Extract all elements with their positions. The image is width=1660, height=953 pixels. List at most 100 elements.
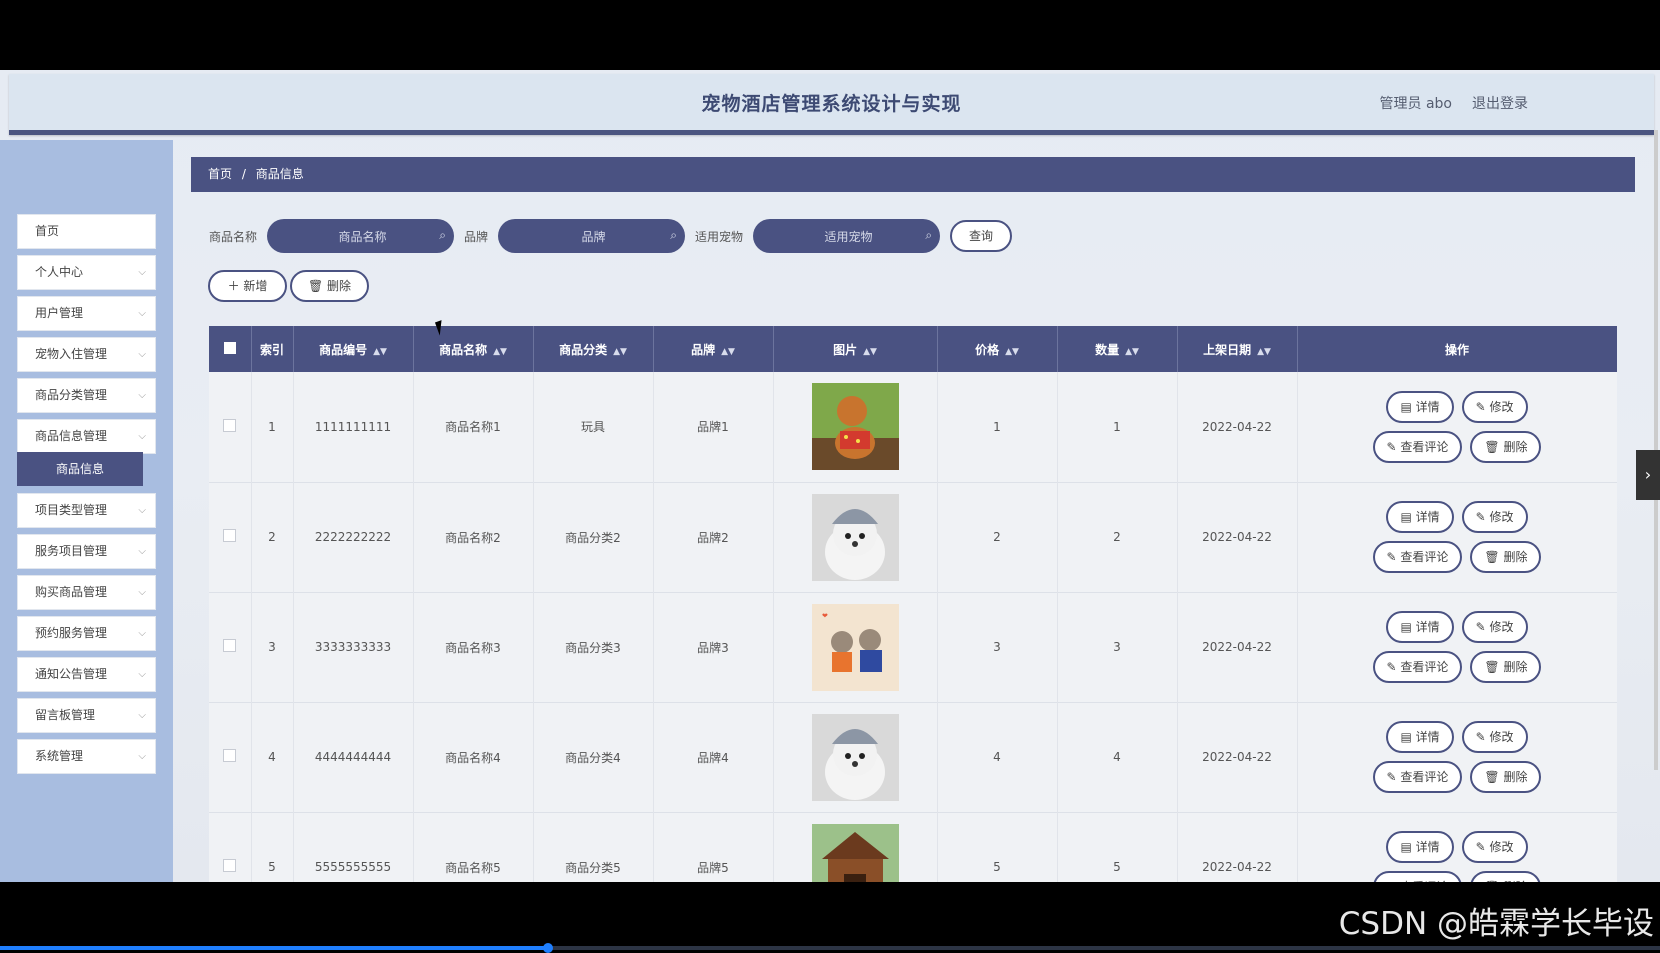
sidebar-item-reservation[interactable]: 预约服务管理 ⌵ — [17, 616, 156, 651]
delete-button-label: 删除 — [1503, 880, 1527, 882]
sidebar-item-product-category[interactable]: 商品分类管理 ⌵ — [17, 378, 156, 413]
product-image[interactable] — [811, 713, 899, 801]
edit-button[interactable]: ✎ 修改 — [1461, 390, 1528, 423]
view-comments-button[interactable]: ✎ 查看评论 — [1372, 651, 1463, 683]
col-header-name[interactable]: 商品名称 ▲▼ — [413, 326, 534, 372]
view-comments-button[interactable]: ✎ 查看评论 — [1372, 430, 1463, 463]
detail-button[interactable]: ▤ 详情 — [1386, 390, 1454, 423]
col-header-price[interactable]: 价格 ▲▼ — [937, 326, 1058, 372]
detail-button-label: 详情 — [1415, 399, 1440, 414]
sidebar-item-purchase[interactable]: 购买商品管理 ⌵ — [17, 575, 156, 610]
detail-button-label: 详情 — [1415, 730, 1440, 744]
trash-icon: 🗑 — [1484, 880, 1503, 882]
chevron-right-icon[interactable]: › — [1636, 450, 1660, 500]
col-header-index: 索引 — [251, 326, 294, 372]
breadcrumb-home[interactable]: 首页 — [208, 167, 232, 181]
edit-button[interactable]: ✎ 修改 — [1461, 721, 1528, 753]
sidebar-subitem-product-info[interactable]: 商品信息 — [17, 452, 143, 486]
sort-icon[interactable]: ▲▼ — [1005, 347, 1019, 357]
sidebar-item-message-board[interactable]: 留言板管理 ⌵ — [17, 698, 156, 733]
edit-button[interactable]: ✎ 修改 — [1461, 831, 1528, 863]
brand-cell: 品牌2 — [653, 482, 774, 592]
sort-icon[interactable]: ▲▼ — [613, 347, 627, 357]
search-icon: ⌕ — [439, 228, 447, 242]
delete-button[interactable]: 🗑 删除 — [1470, 651, 1542, 683]
pencil-icon: ✎ — [1475, 510, 1490, 524]
sidebar-item-product-info[interactable]: 商品信息管理 ⌵ — [17, 419, 156, 454]
pencil-icon: ✎ — [1386, 550, 1401, 564]
product-image[interactable]: ❤ — [811, 603, 899, 691]
product-image[interactable] — [811, 493, 899, 581]
row-checkbox[interactable] — [223, 639, 237, 652]
col-header-quantity[interactable]: 数量 ▲▼ — [1057, 326, 1178, 372]
add-button[interactable]: ＋ 新增 — [208, 270, 287, 302]
brand-search-input[interactable] — [498, 219, 690, 255]
col-header-category[interactable]: 商品分类 ▲▼ — [533, 326, 654, 372]
name-search-input[interactable] — [267, 219, 459, 255]
sidebar-item-notices[interactable]: 通知公告管理 ⌵ — [17, 657, 156, 692]
sidebar-item-label: 通知公告管理 — [35, 667, 108, 681]
delete-selected-button[interactable]: 🗑 删除 — [290, 270, 369, 302]
product-image[interactable] — [811, 823, 899, 882]
sort-icon[interactable]: ▲▼ — [1125, 347, 1139, 357]
view-comments-button[interactable]: ✎ 查看评论 — [1372, 871, 1463, 882]
view-comments-button[interactable]: ✎ 查看评论 — [1372, 761, 1463, 793]
pet-search-input[interactable] — [753, 219, 945, 255]
logout-link[interactable]: 退出登录 — [1472, 93, 1528, 113]
col-header-date[interactable]: 上架日期 ▲▼ — [1177, 326, 1298, 372]
detail-button[interactable]: ▤ 详情 — [1386, 501, 1454, 533]
image-cell: ❤ — [773, 592, 938, 702]
pet-search-label: 适用宠物 — [695, 229, 744, 244]
svg-text:❤: ❤ — [822, 612, 828, 620]
sidebar-item-service-project[interactable]: 服务项目管理 ⌵ — [17, 534, 156, 569]
name-cell: 商品名称1 — [413, 372, 534, 482]
detail-button[interactable]: ▤ 详情 — [1386, 831, 1454, 863]
sidebar-item-pet-checkin[interactable]: 宠物入住管理 ⌵ — [17, 337, 156, 372]
brand-cell: 品牌5 — [653, 812, 774, 882]
sort-icon[interactable]: ▲▼ — [863, 347, 877, 357]
sidebar-item-profile[interactable]: 个人中心 ⌵ — [17, 255, 156, 290]
delete-button[interactable]: 🗑 删除 — [1470, 430, 1542, 463]
query-button[interactable]: 查询 — [950, 220, 1013, 252]
edit-button[interactable]: ✎ 修改 — [1461, 611, 1528, 643]
sort-icon[interactable]: ▲▼ — [721, 347, 735, 357]
view-comments-button[interactable]: ✎ 查看评论 — [1372, 541, 1463, 573]
row-checkbox[interactable] — [223, 529, 237, 542]
category-cell: 玩具 — [533, 372, 654, 482]
chevron-down-icon: ⌵ — [138, 267, 146, 278]
sort-icon[interactable]: ▲▼ — [493, 347, 507, 357]
col-header-brand[interactable]: 品牌 ▲▼ — [653, 326, 774, 372]
sort-icon[interactable]: ▲▼ — [1257, 347, 1271, 357]
video-progress-knob[interactable] — [542, 943, 553, 953]
detail-button[interactable]: ▤ 详情 — [1386, 721, 1454, 753]
code-cell: 1111111111 — [293, 372, 414, 482]
delete-button[interactable]: 🗑 删除 — [1470, 871, 1542, 882]
sidebar-item-home[interactable]: 首页 — [17, 214, 156, 249]
select-all-checkbox[interactable] — [223, 341, 236, 354]
chevron-down-icon: ⌵ — [138, 587, 146, 598]
col-header-image[interactable]: 图片 ▲▼ — [773, 326, 938, 372]
sidebar-item-users[interactable]: 用户管理 ⌵ — [17, 296, 156, 331]
detail-button[interactable]: ▤ 详情 — [1386, 611, 1454, 643]
edit-button[interactable]: ✎ 修改 — [1461, 501, 1528, 533]
sidebar-item-label: 系统管理 — [35, 749, 84, 763]
detail-button-label: 详情 — [1415, 510, 1440, 524]
edit-button-label: 修改 — [1489, 620, 1514, 634]
sidebar-item-project-type[interactable]: 项目类型管理 ⌵ — [17, 493, 156, 528]
row-checkbox[interactable] — [223, 418, 237, 432]
name-cell: 商品名称2 — [413, 482, 534, 592]
delete-button[interactable]: 🗑 删除 — [1470, 541, 1542, 573]
row-checkbox[interactable] — [223, 859, 237, 872]
delete-button[interactable]: 🗑 删除 — [1470, 761, 1542, 793]
product-image[interactable] — [811, 383, 899, 471]
row-checkbox[interactable] — [223, 749, 237, 762]
sort-icon[interactable]: ▲▼ — [373, 347, 387, 357]
brand-cell: 品牌3 — [653, 592, 774, 702]
video-progress-bar[interactable] — [0, 943, 1660, 953]
code-cell: 5555555555 — [293, 812, 414, 882]
col-header-code[interactable]: 商品编号 ▲▼ — [293, 326, 414, 372]
delete-button-label: 删除 — [1503, 550, 1528, 564]
index-cell: 1 — [251, 372, 294, 482]
plus-icon: ＋ — [227, 279, 244, 293]
sidebar-item-system[interactable]: 系统管理 ⌵ — [17, 739, 156, 774]
